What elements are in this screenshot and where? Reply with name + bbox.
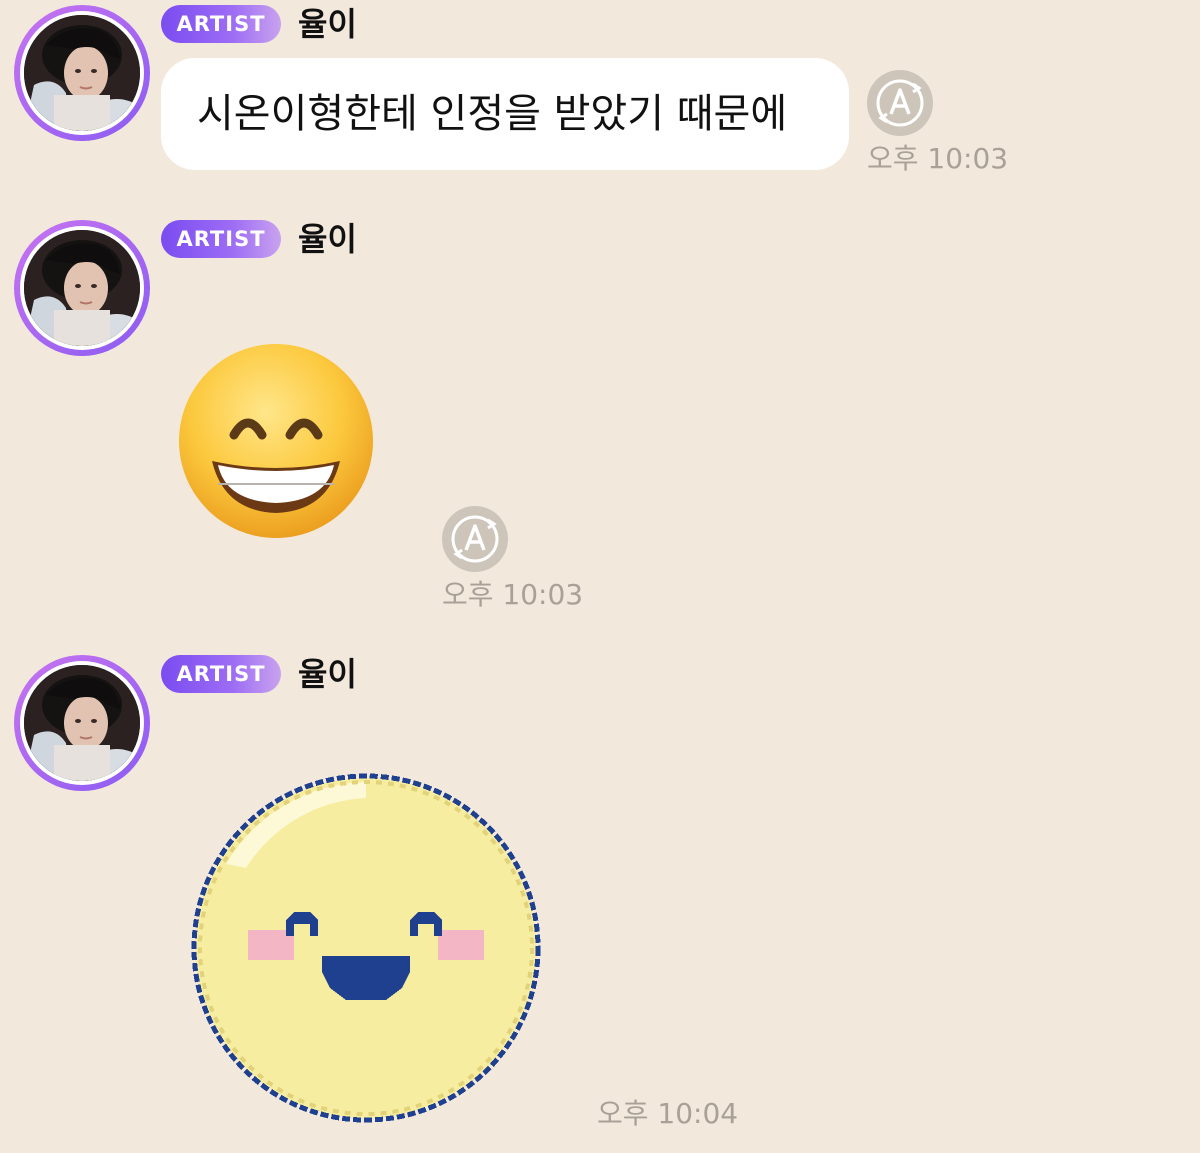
translate-icon bbox=[876, 79, 924, 127]
artist-badge: ARTIST bbox=[161, 5, 281, 43]
message-time: 오후 10:04 bbox=[597, 1097, 739, 1130]
artist-badge: ARTIST bbox=[161, 220, 281, 258]
sender-name: 율이 bbox=[298, 5, 357, 43]
avatar-ring bbox=[20, 226, 144, 350]
chat-view: ARTIST 율이 시온이형한테 인정을 받았기 때문에 오후 10:03 AR… bbox=[0, 0, 1200, 1153]
sender-name: 율이 bbox=[298, 655, 357, 693]
message-time: 오후 10:03 bbox=[867, 142, 1009, 175]
avatar-photo bbox=[24, 15, 140, 131]
avatar[interactable] bbox=[14, 655, 150, 791]
artist-badge: ARTIST bbox=[161, 655, 281, 693]
avatar-ring bbox=[20, 661, 144, 785]
avatar[interactable] bbox=[14, 5, 150, 141]
sender-name: 율이 bbox=[298, 220, 357, 258]
grinning-face-emoji-icon[interactable] bbox=[176, 343, 376, 547]
translate-button[interactable] bbox=[442, 506, 508, 572]
avatar-ring bbox=[20, 11, 144, 135]
avatar-photo bbox=[24, 665, 140, 781]
translate-button[interactable] bbox=[867, 70, 933, 136]
message-time: 오후 10:03 bbox=[442, 578, 584, 611]
translate-icon bbox=[451, 515, 499, 563]
message-bubble[interactable]: 시온이형한테 인정을 받았기 때문에 bbox=[161, 58, 849, 170]
pixel-smiling-face-sticker-icon[interactable] bbox=[186, 768, 546, 1132]
avatar-photo bbox=[24, 230, 140, 346]
avatar[interactable] bbox=[14, 220, 150, 356]
